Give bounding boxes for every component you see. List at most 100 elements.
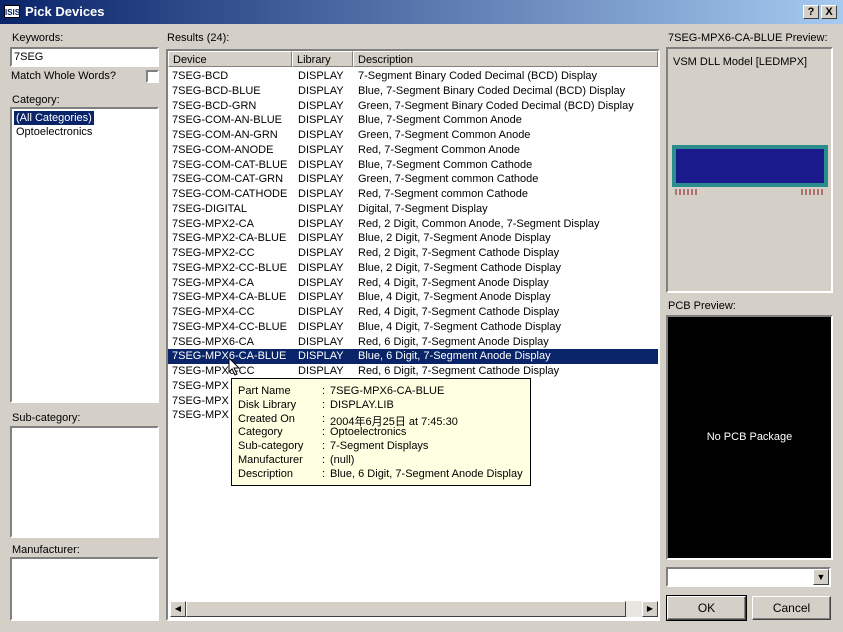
cell-description: Blue, 2 Digit, 7-Segment Cathode Display [358,261,561,274]
column-device[interactable]: Device [168,51,292,67]
cell-library: DISPLAY [298,261,344,274]
cell-description: Red, 6 Digit, 7-Segment Anode Display [358,335,549,348]
table-row[interactable]: 7SEG-COM-CAT-BLUE DISPLAY Blue, 7-Segment … [168,158,658,173]
cell-device: 7SEG-COM-CAT-BLUE [172,158,288,171]
table-row[interactable]: 7SEG-MPX4-CA-BLUE DISPLAY Blue, 4 Digit, 7… [168,290,658,305]
category-list[interactable]: (All Categories) Optoelectronics [10,107,159,403]
table-row[interactable]: 7SEG-COM-AN-GRN DISPLAY Green, 7-Segment C… [168,128,658,143]
package-dropdown[interactable]: ▼ [666,567,831,587]
cell-library: DISPLAY [298,202,344,215]
tooltip-key: Manufacturer [238,454,303,466]
table-row[interactable]: 7SEG-MPX2-CC-BLUE DISPLAY Blue, 2 Digit, 7… [168,261,658,276]
cell-library: DISPLAY [298,247,344,259]
pcb-preview-text: No PCB Package [706,431,793,443]
cell-library: DISPLAY [298,365,344,377]
tooltip-separator: : [322,385,326,397]
tooltip-key: Category [238,426,283,439]
column-library[interactable]: Library [292,51,353,67]
table-row[interactable]: 7SEG-MPX2-CA-BLUE DISPLAY Blue, 2 Digit, 7… [168,231,658,246]
scroll-right-icon[interactable]: ▶ [642,601,658,617]
cell-device: 7SEG-DIGITAL [172,202,247,215]
cell-description: Blue, 6 Digit, 7-Segment Anode Display [358,350,551,363]
cell-description: Red, 7-Segment Common Anode [358,143,521,156]
cell-device: 7SEG-BCD [172,70,229,82]
schematic-preview: VSM DLL Model [LEDMPX] [666,47,833,293]
category-item[interactable]: Optoelectronics [14,125,94,139]
help-button[interactable]: ? [803,5,819,19]
cell-library: DISPLAY [298,306,344,318]
cell-device: 7SEG-COM-AN-BLUE [172,114,283,127]
cell-device: 7SEG-MPX4-CC-BLUE [172,320,287,333]
table-row[interactable]: 7SEG-MPX6-CA DISPLAY Red, 6 Digit, 7-Segme… [168,335,658,350]
cell-device: 7SEG-MPX2-CA-BLUE [172,232,287,245]
table-row[interactable]: 7SEG-COM-CAT-GRN DISPLAY Green, 7-Segment … [168,172,658,187]
cell-device: 7SEG-MPX2-CC [172,247,255,259]
table-row[interactable]: 7SEG-COM-CATHODE DISPLAY Red, 7-Segment co… [168,187,658,202]
tooltip-value: Blue, 6 Digit, 7-Segment Anode Display [330,467,523,480]
cell-device: 7SEG-MPX [172,409,229,422]
cell-description: Blue, 7-Segment Common Anode [358,114,522,127]
cancel-button[interactable]: Cancel [752,596,831,620]
cell-description: Red, 4 Digit, 7-Segment Cathode Display [358,306,560,318]
pcb-preview: No PCB Package [666,315,833,560]
table-row[interactable]: 7SEG-BCD-GRN DISPLAY Green, 7-Segment Bina… [168,99,658,114]
led-display-preview-icon [672,145,828,195]
table-row[interactable]: 7SEG-BCD-BLUE DISPLAY Blue, 7-Segment Bina… [168,84,658,99]
horizontal-scrollbar[interactable]: ◀ ▶ [170,601,658,617]
tooltip-value: DISPLAY.LIB [330,398,394,411]
keywords-input[interactable] [10,47,159,67]
subcategory-list[interactable] [10,426,159,538]
preview-model-text: VSM DLL Model [LEDMPX] [673,56,808,68]
category-item[interactable]: (All Categories) [14,111,94,125]
tooltip-value: 7-Segment Displays [330,440,429,453]
table-row[interactable]: 7SEG-MPX2-CC DISPLAY Red, 2 Digit, 7-Segme… [168,246,658,261]
mouse-cursor-icon [228,357,241,376]
cell-device: 7SEG-COM-CATHODE [172,188,288,200]
title-bar[interactable]: ISIS Pick Devices ? X [0,0,843,24]
cell-library: DISPLAY [298,276,344,289]
ok-button[interactable]: OK [666,595,747,621]
cell-library: DISPLAY [298,350,344,363]
tooltip-key: Part Name [238,385,291,397]
tooltip-key: Description [238,467,294,480]
cell-description: Green, 7-Segment Common Anode [358,129,531,141]
table-row[interactable]: 7SEG-MPX4-CC DISPLAY Red, 4 Digit, 7-Segme… [168,305,658,320]
table-row[interactable]: 7SEG-MPX4-CA DISPLAY Red, 4 Digit, 7-Segme… [168,276,658,291]
cell-description: Blue, 4 Digit, 7-Segment Anode Display [358,291,551,304]
tooltip-separator: : [322,467,326,480]
tooltip-key: Disk Library [238,398,297,411]
preview-label: 7SEG-MPX6-CA-BLUE Preview: [668,32,828,44]
scroll-thumb[interactable] [186,601,626,617]
table-row[interactable]: 7SEG-BCD DISPLAY 7-Segment Binary Coded De… [168,69,658,84]
subcategory-label: Sub-category: [12,412,81,424]
table-row[interactable]: 7SEG-COM-AN-BLUE DISPLAY Blue, 7-Segment C… [168,113,658,128]
column-description[interactable]: Description [353,51,658,67]
cell-description: Digital, 7-Segment Display [358,202,488,215]
table-row[interactable]: 7SEG-DIGITAL DISPLAY Digital, 7-Segment Di… [168,202,658,217]
table-row[interactable]: 7SEG-MPX2-CA DISPLAY Red, 2 Digit, Common … [168,217,658,232]
cell-description: Green, 7-Segment Binary Coded Decimal (B… [358,99,634,112]
keywords-label: Keywords: [12,32,64,44]
results-table[interactable]: Device Library Description 7SEG-BCD DISPL… [166,49,660,621]
cell-description: 7-Segment Binary Coded Decimal (BCD) Dis… [358,70,598,82]
tooltip-value: Optoelectronics [330,426,407,439]
table-row[interactable]: 7SEG-COM-ANODE DISPLAY Red, 7-Segment Comm… [168,143,658,158]
manufacturer-list[interactable] [10,557,159,621]
tooltip-separator: : [322,440,326,453]
cell-description: Red, 7-Segment common Cathode [358,188,528,200]
cell-description: Green, 7-Segment common Cathode [358,173,539,186]
results-label: Results (24): [167,32,230,44]
cell-library: DISPLAY [298,158,344,171]
scroll-left-icon[interactable]: ◀ [170,601,186,617]
cell-device: 7SEG-MPX2-CC-BLUE [172,261,287,274]
app-icon: ISIS [4,5,20,18]
cell-device: 7SEG-COM-CAT-GRN [172,173,284,186]
table-row[interactable]: 7SEG-MPX4-CC-BLUE DISPLAY Blue, 4 Digit, 7… [168,320,658,335]
cell-device: 7SEG-MPX [172,379,229,392]
chevron-down-icon[interactable]: ▼ [813,569,829,585]
tooltip-separator: : [322,412,326,425]
match-whole-words-label: Match Whole Words? [11,70,116,82]
close-button[interactable]: X [821,5,837,19]
match-whole-words-checkbox[interactable] [146,70,159,83]
cell-library: DISPLAY [298,70,344,82]
